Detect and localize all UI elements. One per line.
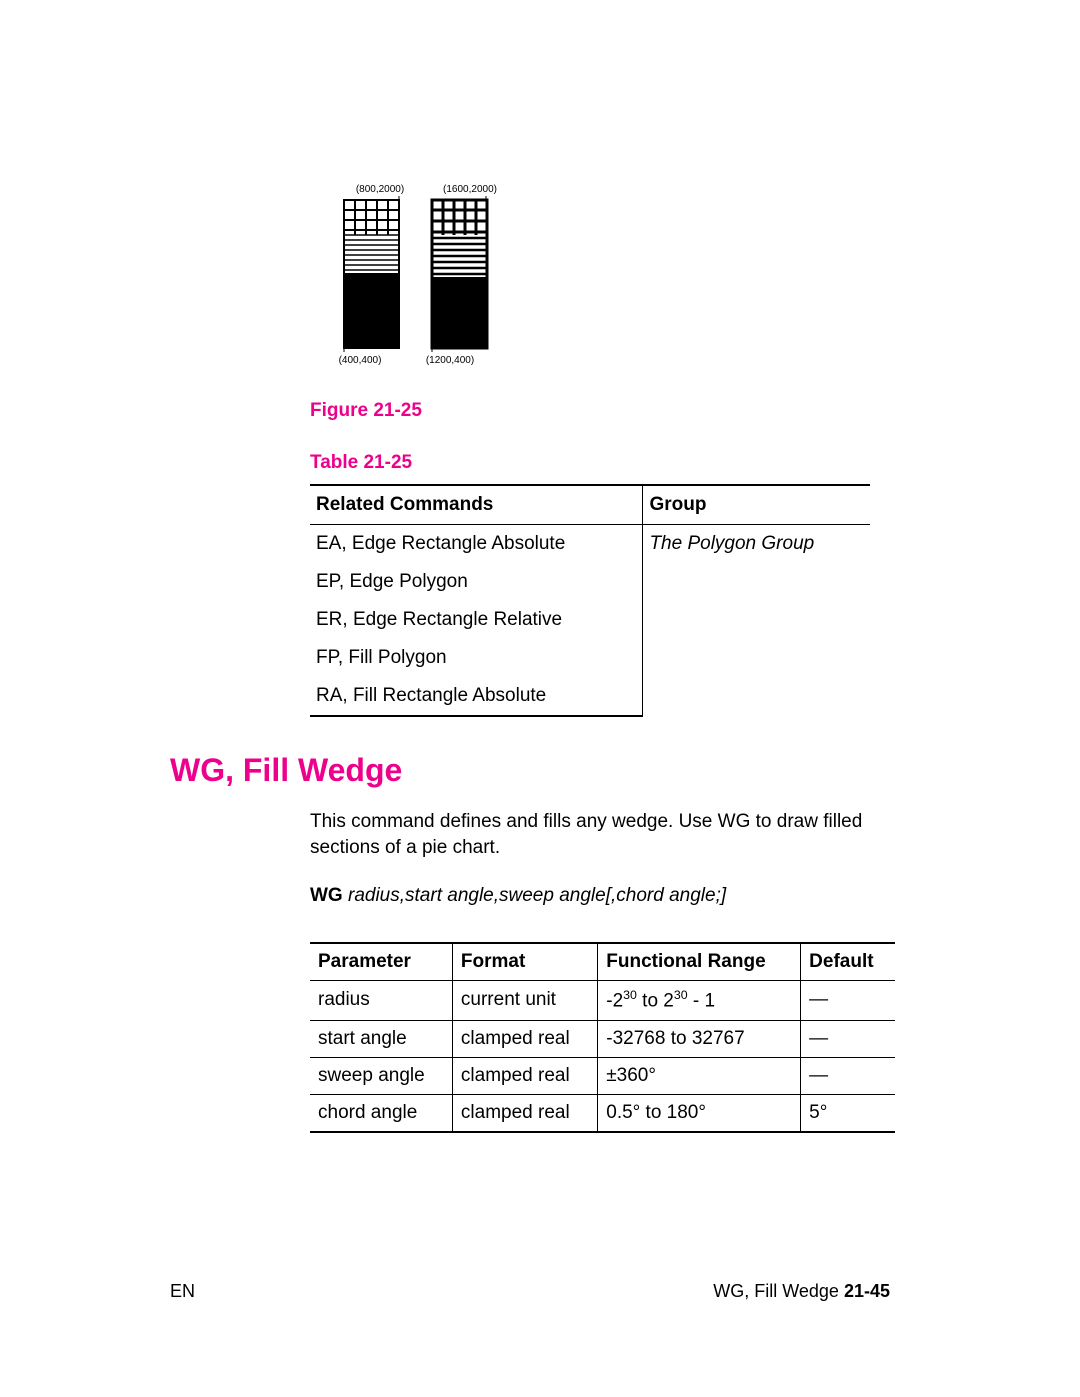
table2-row: start angle clamped real -32768 to 32767… bbox=[310, 1020, 895, 1057]
table1-cell: ER, Edge Rectangle Relative bbox=[310, 601, 643, 639]
coord-top-left: (800,2000) bbox=[356, 184, 404, 195]
coord-bottom-right: (1200,400) bbox=[426, 355, 474, 366]
figure-caption: Figure 21-25 bbox=[310, 400, 890, 422]
table2-cell: -32768 to 32767 bbox=[598, 1020, 801, 1057]
parameters-table: Parameter Format Functional Range Defaul… bbox=[310, 942, 895, 1132]
table2-cell: — bbox=[801, 1057, 895, 1094]
figure-svg: (800,2000) (1600,2000) (400,400) (1200,4… bbox=[310, 180, 550, 380]
figure-diagram: (800,2000) (1600,2000) (400,400) (1200,4… bbox=[310, 180, 890, 380]
table2-cell-range: -230 to 230 - 1 bbox=[598, 981, 801, 1020]
range-text: to 2 bbox=[637, 991, 674, 1012]
table2-row: chord angle clamped real 0.5° to 180° 5° bbox=[310, 1094, 895, 1132]
table1-cell: FP, Fill Polygon bbox=[310, 639, 643, 677]
table1-row: EA, Edge Rectangle Absolute The Polygon … bbox=[310, 525, 870, 564]
table2-header: Default bbox=[801, 943, 895, 981]
table2-cell: clamped real bbox=[452, 1020, 597, 1057]
range-text: -2 bbox=[606, 991, 623, 1012]
right-bar bbox=[432, 200, 487, 348]
coord-top-right: (1600,2000) bbox=[443, 184, 497, 195]
left-bar bbox=[344, 200, 399, 348]
coord-bottom-left: (400,400) bbox=[339, 355, 382, 366]
footer-right-text: WG, Fill Wedge bbox=[713, 1281, 844, 1301]
table1-header-commands: Related Commands bbox=[310, 485, 643, 525]
related-commands-table: Related Commands Group EA, Edge Rectangl… bbox=[310, 484, 870, 717]
table1-caption: Table 21-25 bbox=[310, 452, 890, 474]
table2-header: Functional Range bbox=[598, 943, 801, 981]
range-text: - 1 bbox=[688, 991, 715, 1012]
range-sup: 30 bbox=[623, 988, 637, 1002]
table2-cell: 5° bbox=[801, 1094, 895, 1132]
syntax-args: radius,start angle,sweep angle[,chord an… bbox=[343, 885, 726, 906]
table2-cell: — bbox=[801, 1020, 895, 1057]
table2-cell: clamped real bbox=[452, 1057, 597, 1094]
syntax-line: WG radius,start angle,sweep angle[,chord… bbox=[310, 885, 890, 907]
syntax-command: WG bbox=[310, 885, 343, 906]
table2-cell: chord angle bbox=[310, 1094, 452, 1132]
table2-cell: sweep angle bbox=[310, 1057, 452, 1094]
table1-header-group: Group bbox=[643, 485, 870, 525]
table2-header: Parameter bbox=[310, 943, 452, 981]
table2-cell: clamped real bbox=[452, 1094, 597, 1132]
table2-header-row: Parameter Format Functional Range Defaul… bbox=[310, 943, 895, 981]
footer-page-number: 21-45 bbox=[844, 1281, 890, 1301]
table1-header-row: Related Commands Group bbox=[310, 485, 870, 525]
table2-cell: current unit bbox=[452, 981, 597, 1020]
section-heading: WG, Fill Wedge bbox=[170, 752, 890, 789]
table1-cell: EP, Edge Polygon bbox=[310, 563, 643, 601]
table2-cell: 0.5° to 180° bbox=[598, 1094, 801, 1132]
table2-cell: start angle bbox=[310, 1020, 452, 1057]
table2-row: sweep angle clamped real ±360° — bbox=[310, 1057, 895, 1094]
table2-cell: radius bbox=[310, 981, 452, 1020]
table1-cell: EA, Edge Rectangle Absolute bbox=[310, 525, 643, 564]
range-sup: 30 bbox=[674, 988, 688, 1002]
page-footer: EN WG, Fill Wedge 21-45 bbox=[170, 1281, 890, 1302]
table1-group-cell: The Polygon Group bbox=[643, 525, 870, 717]
footer-right: WG, Fill Wedge 21-45 bbox=[713, 1281, 890, 1302]
table2-row: radius current unit -230 to 230 - 1 — bbox=[310, 981, 895, 1020]
table2-cell: — bbox=[801, 981, 895, 1020]
table1-cell: RA, Fill Rectangle Absolute bbox=[310, 677, 643, 716]
table2-cell: ±360° bbox=[598, 1057, 801, 1094]
footer-left: EN bbox=[170, 1281, 195, 1302]
section-body: This command defines and fills any wedge… bbox=[310, 809, 875, 860]
table2-header: Format bbox=[452, 943, 597, 981]
